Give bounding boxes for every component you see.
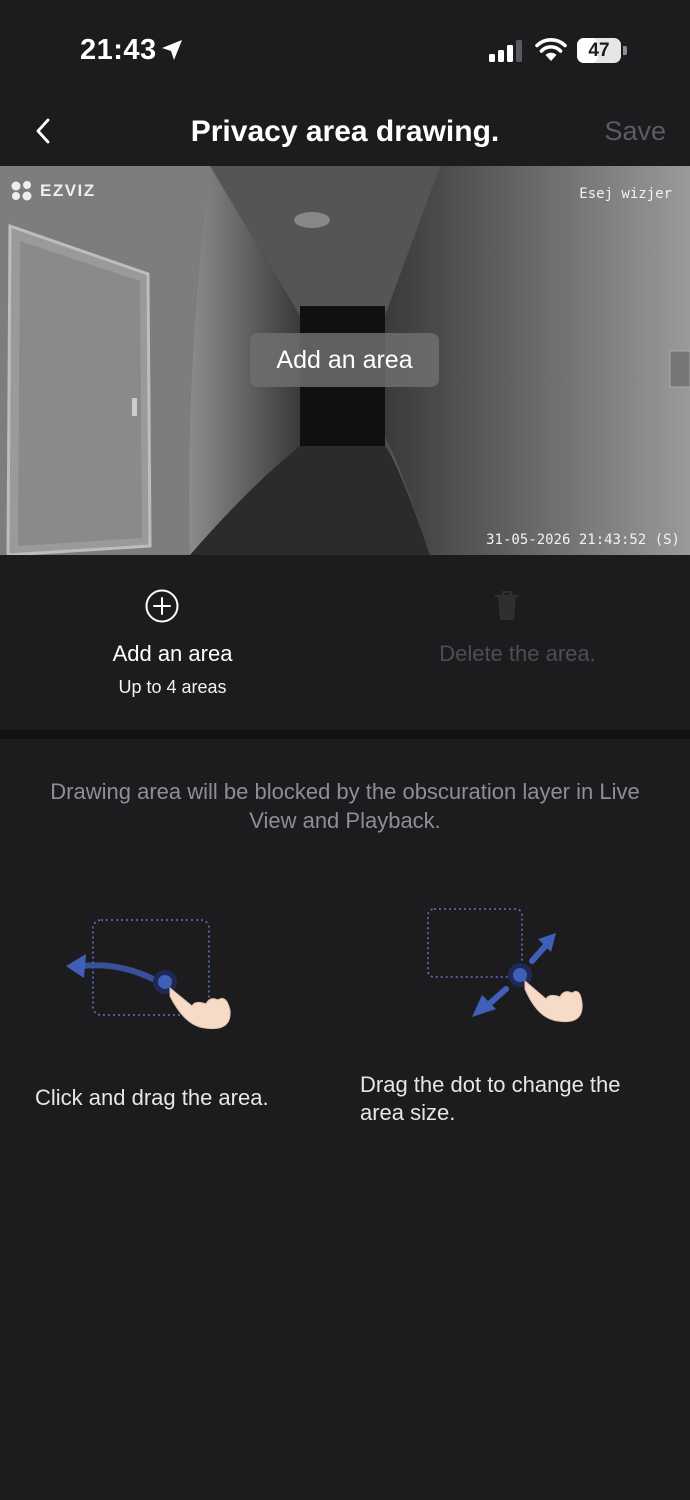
camera-preview[interactable]: EZVIZ Esej wizjer 31-05-2026 21:43:52 (S…: [0, 166, 690, 555]
add-area-label: Add an area: [112, 641, 233, 666]
drag-area-illustration: [66, 919, 231, 1030]
battery-level-text: 47: [588, 40, 610, 61]
add-area-overlay-button[interactable]: Add an area: [250, 333, 439, 387]
status-time: 21:43: [80, 34, 157, 66]
status-bar: 21:43 47: [0, 0, 690, 100]
ezviz-logo: EZVIZ: [10, 180, 96, 202]
battery-indicator: 47: [577, 38, 621, 63]
drag-area-caption: Click and drag the area.: [35, 1085, 269, 1110]
add-area-limit-text: Up to 4 areas: [118, 677, 227, 697]
wifi-icon: [535, 38, 567, 61]
ezviz-logo-text: EZVIZ: [40, 181, 96, 200]
camera-device-name: Esej wizjer: [579, 186, 672, 202]
battery-cap: [623, 46, 627, 55]
ezviz-logo-icon: [11, 181, 32, 201]
resize-area-illustration: [427, 908, 583, 1023]
page-title: Privacy area drawing.: [190, 115, 500, 148]
location-arrow-icon: [162, 40, 182, 60]
section-divider: [0, 730, 690, 739]
nav-bar: Privacy area drawing. Save: [0, 100, 690, 166]
delete-area-button[interactable]: Delete the area.: [345, 555, 690, 730]
plus-circle-icon: [145, 589, 179, 623]
save-button[interactable]: Save: [604, 116, 666, 147]
add-area-button[interactable]: Add an area Up to 4 areas: [0, 555, 345, 730]
resize-area-caption: Drag the dot to change the area size.: [360, 1072, 621, 1125]
camera-timestamp: 31-05-2026 21:43:52 (S): [486, 532, 680, 548]
trash-icon: [495, 590, 519, 620]
cellular-signal-icon: [489, 40, 522, 62]
area-actions: Add an area Up to 4 areas Delete the are…: [0, 555, 690, 730]
privacy-info-text: Drawing area will be blocked by the obsc…: [50, 779, 640, 833]
delete-area-label: Delete the area.: [439, 641, 596, 666]
